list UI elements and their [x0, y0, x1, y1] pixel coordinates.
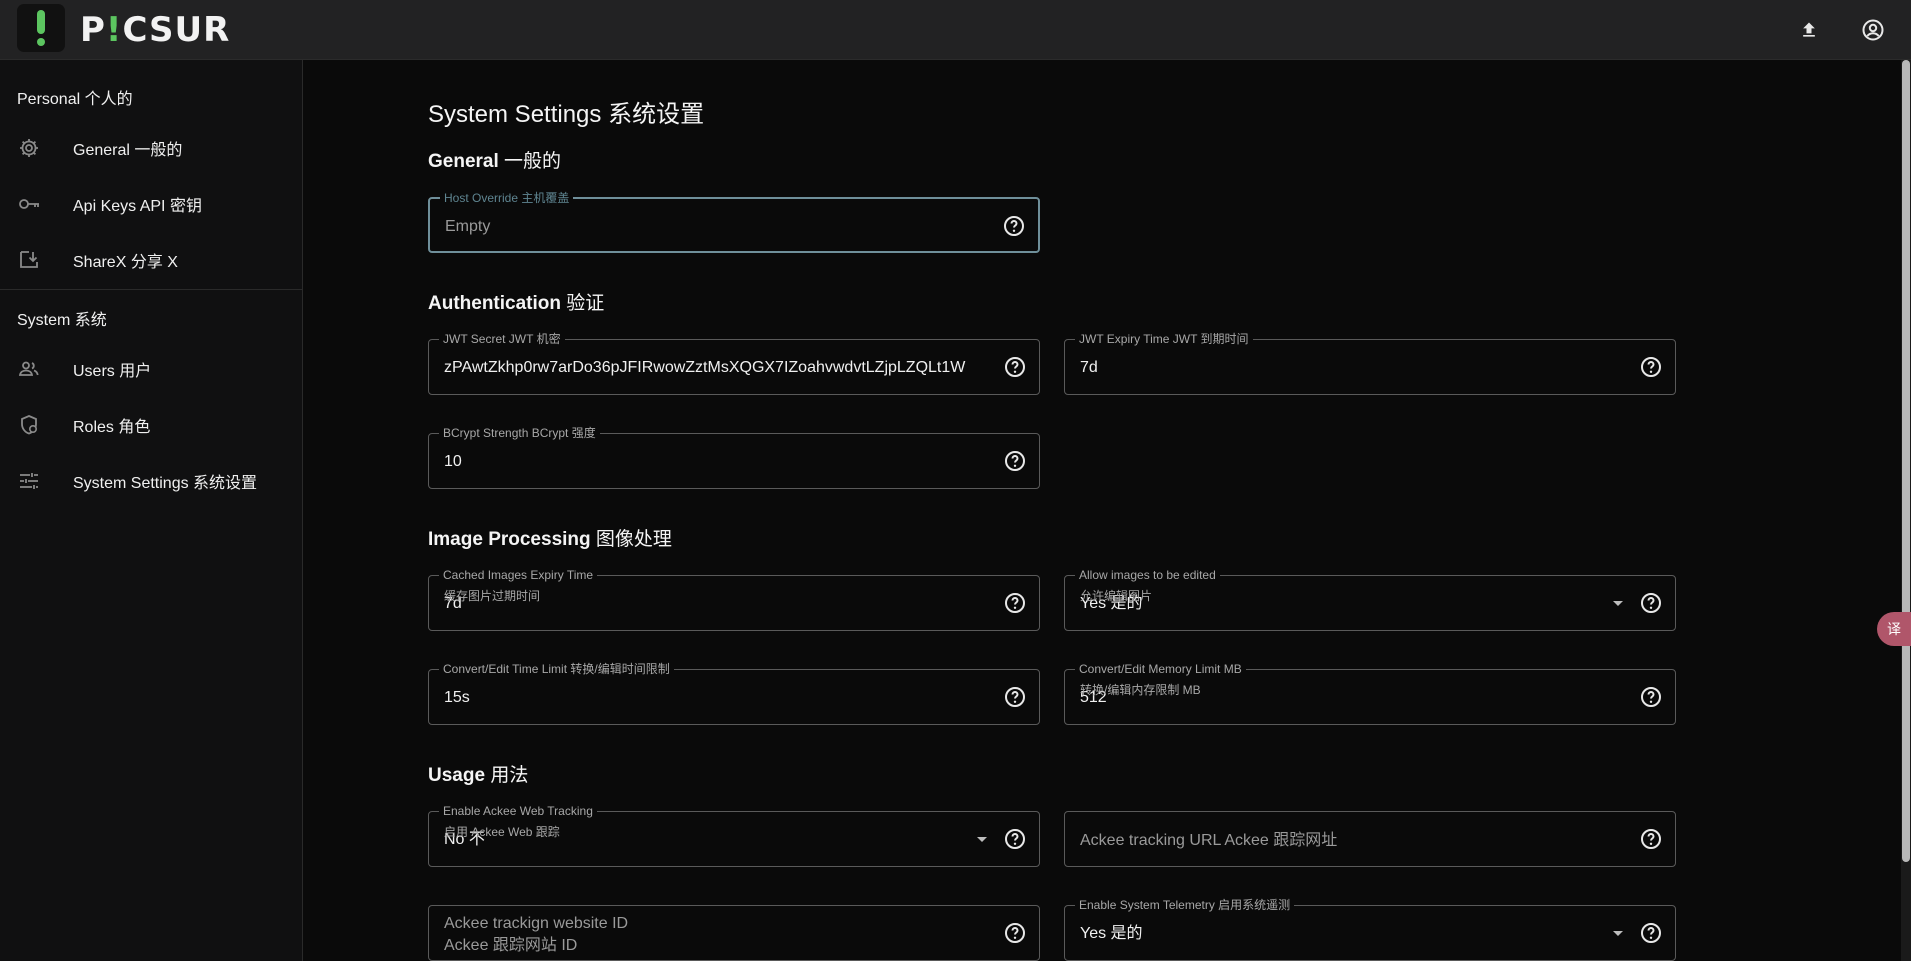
sidebar-item-users[interactable]: Users 用户: [0, 343, 303, 395]
field-sublabel: 启用 Ackee Web 跟踪: [444, 825, 560, 839]
field-sublabel: 转换/编辑内存限制 MB: [1080, 683, 1201, 697]
sidebar-item-general[interactable]: General 一般的: [0, 122, 303, 174]
scrollbar-thumb[interactable]: [1902, 60, 1910, 862]
ackee-site-id-placeholder[interactable]: Ackee trackign website ID: [444, 914, 628, 934]
field-label: Convert/Edit Time Limit 转换/编辑时间限制: [439, 662, 674, 676]
help-icon[interactable]: [1639, 355, 1663, 379]
field-label: Enable System Telemetry 启用系统遥测: [1075, 898, 1295, 912]
help-icon[interactable]: [1002, 214, 1026, 238]
section-general: General 一般的: [428, 151, 562, 172]
help-icon[interactable]: [1003, 827, 1027, 851]
field-label: Host Override 主机覆盖: [440, 191, 574, 205]
users-icon: [17, 357, 41, 381]
ackee-site-id-placeholder-cn: Ackee 跟踪网站 ID: [444, 937, 578, 954]
upload-icon[interactable]: [1793, 14, 1825, 46]
telemetry-value[interactable]: Yes 是的: [1080, 924, 1143, 944]
bcrypt-strength-field[interactable]: BCrypt Strength BCrypt 强度 10: [428, 426, 1040, 489]
download-icon: [17, 248, 41, 272]
host-override-input[interactable]: Empty: [445, 217, 490, 237]
field-label: JWT Secret JWT 机密: [439, 332, 565, 346]
field-sublabel: 缓存图片过期时间: [444, 589, 541, 603]
section-image-processing: Image Processing 图像处理: [428, 529, 672, 550]
dropdown-arrow-icon[interactable]: [1613, 931, 1623, 936]
allow-edit-select[interactable]: Allow images to be edited Yes 是的 允许编辑图片: [1064, 568, 1676, 631]
help-icon[interactable]: [1639, 827, 1663, 851]
help-icon[interactable]: [1639, 591, 1663, 615]
sidebar-item-label: General 一般的: [73, 142, 183, 159]
help-icon[interactable]: [1003, 591, 1027, 615]
ackee-url-input[interactable]: Ackee tracking URL Ackee 跟踪网址: [1080, 831, 1337, 851]
sidebar-item-label: Roles 角色: [73, 419, 151, 436]
field-label: Convert/Edit Memory Limit MB: [1075, 662, 1246, 676]
sidebar-item-label: ShareX 分享 X: [73, 254, 178, 271]
help-icon[interactable]: [1003, 685, 1027, 709]
section-authentication: Authentication 验证: [428, 293, 605, 314]
help-icon[interactable]: [1639, 685, 1663, 709]
telemetry-select[interactable]: Enable System Telemetry 启用系统遥测 Yes 是的: [1064, 898, 1676, 961]
sidebar-item-sharex[interactable]: ShareX 分享 X: [0, 234, 303, 286]
bcrypt-strength-input[interactable]: 10: [444, 452, 462, 472]
jwt-secret-input[interactable]: zPAwtZkhp0rw7arDo36pJFIRwowZztMsXQGX7IZo…: [444, 358, 965, 378]
sidebar-item-system-settings[interactable]: System Settings 系统设置: [0, 455, 303, 507]
cached-images-expiry-field[interactable]: Cached Images Expiry Time 7d 缓存图片过期时间: [428, 568, 1040, 631]
app-root: P!CSUR Personal 个人的 General 一般的 Api Keys…: [0, 0, 1911, 961]
sidebar-item-label: Users 用户: [73, 363, 152, 380]
help-icon[interactable]: [1003, 355, 1027, 379]
account-circle-icon[interactable]: [1857, 14, 1889, 46]
section-usage: Usage 用法: [428, 765, 529, 786]
main-content: System Settings 系统设置 General 一般的 Host Ov…: [303, 60, 1903, 961]
sliders-icon: [17, 469, 41, 493]
sidebar-heading-system: System 系统: [17, 312, 107, 329]
gear-icon: [17, 136, 41, 160]
field-label: Enable Ackee Web Tracking: [439, 804, 597, 818]
jwt-secret-field[interactable]: JWT Secret JWT 机密 zPAwtZkhp0rw7arDo36pJF…: [428, 332, 1040, 395]
sidebar: Personal 个人的 General 一般的 Api Keys API 密钥…: [0, 60, 303, 961]
ackee-url-field[interactable]: Ackee tracking URL Ackee 跟踪网址: [1064, 811, 1676, 867]
translate-icon: 译: [1887, 621, 1901, 637]
convert-time-limit-input[interactable]: 15s: [444, 688, 470, 708]
key-icon: [17, 192, 41, 216]
help-icon[interactable]: [1003, 921, 1027, 945]
field-sublabel: 允许编辑图片: [1080, 589, 1153, 603]
field-label: Allow images to be edited: [1075, 568, 1220, 582]
sidebar-item-roles[interactable]: Roles 角色: [0, 399, 303, 451]
page-title: System Settings 系统设置: [428, 101, 705, 128]
field-label: JWT Expiry Time JWT 到期时间: [1075, 332, 1253, 346]
jwt-expiry-input[interactable]: 7d: [1080, 358, 1098, 378]
sidebar-divider: [0, 289, 303, 290]
translate-float-button[interactable]: 译: [1877, 612, 1911, 646]
brand-name: P!CSUR: [80, 10, 231, 50]
sidebar-item-label: System Settings 系统设置: [73, 475, 258, 492]
shield-icon: [17, 413, 41, 437]
field-label: BCrypt Strength BCrypt 强度: [439, 426, 600, 440]
host-override-field[interactable]: Host Override 主机覆盖 Empty: [428, 191, 1040, 253]
sidebar-item-label: Api Keys API 密钥: [73, 198, 202, 215]
help-icon[interactable]: [1003, 449, 1027, 473]
logo-icon[interactable]: [17, 4, 65, 52]
sidebar-item-api-keys[interactable]: Api Keys API 密钥: [0, 178, 303, 230]
field-label: Cached Images Expiry Time: [439, 568, 598, 582]
convert-memory-limit-field[interactable]: Convert/Edit Memory Limit MB 512 转换/编辑内存…: [1064, 662, 1676, 725]
convert-time-limit-field[interactable]: Convert/Edit Time Limit 转换/编辑时间限制 15s: [428, 662, 1040, 725]
help-icon[interactable]: [1639, 921, 1663, 945]
ackee-tracking-select[interactable]: Enable Ackee Web Tracking No 不 启用 Ackee …: [428, 804, 1040, 867]
sidebar-heading-personal: Personal 个人的: [17, 91, 133, 108]
dropdown-arrow-icon[interactable]: [1613, 601, 1623, 606]
jwt-expiry-field[interactable]: JWT Expiry Time JWT 到期时间 7d: [1064, 332, 1676, 395]
top-bar: P!CSUR: [0, 0, 1911, 60]
ackee-site-id-field[interactable]: Ackee trackign website ID Ackee 跟踪网站 ID: [428, 905, 1040, 961]
dropdown-arrow-icon[interactable]: [977, 837, 987, 842]
